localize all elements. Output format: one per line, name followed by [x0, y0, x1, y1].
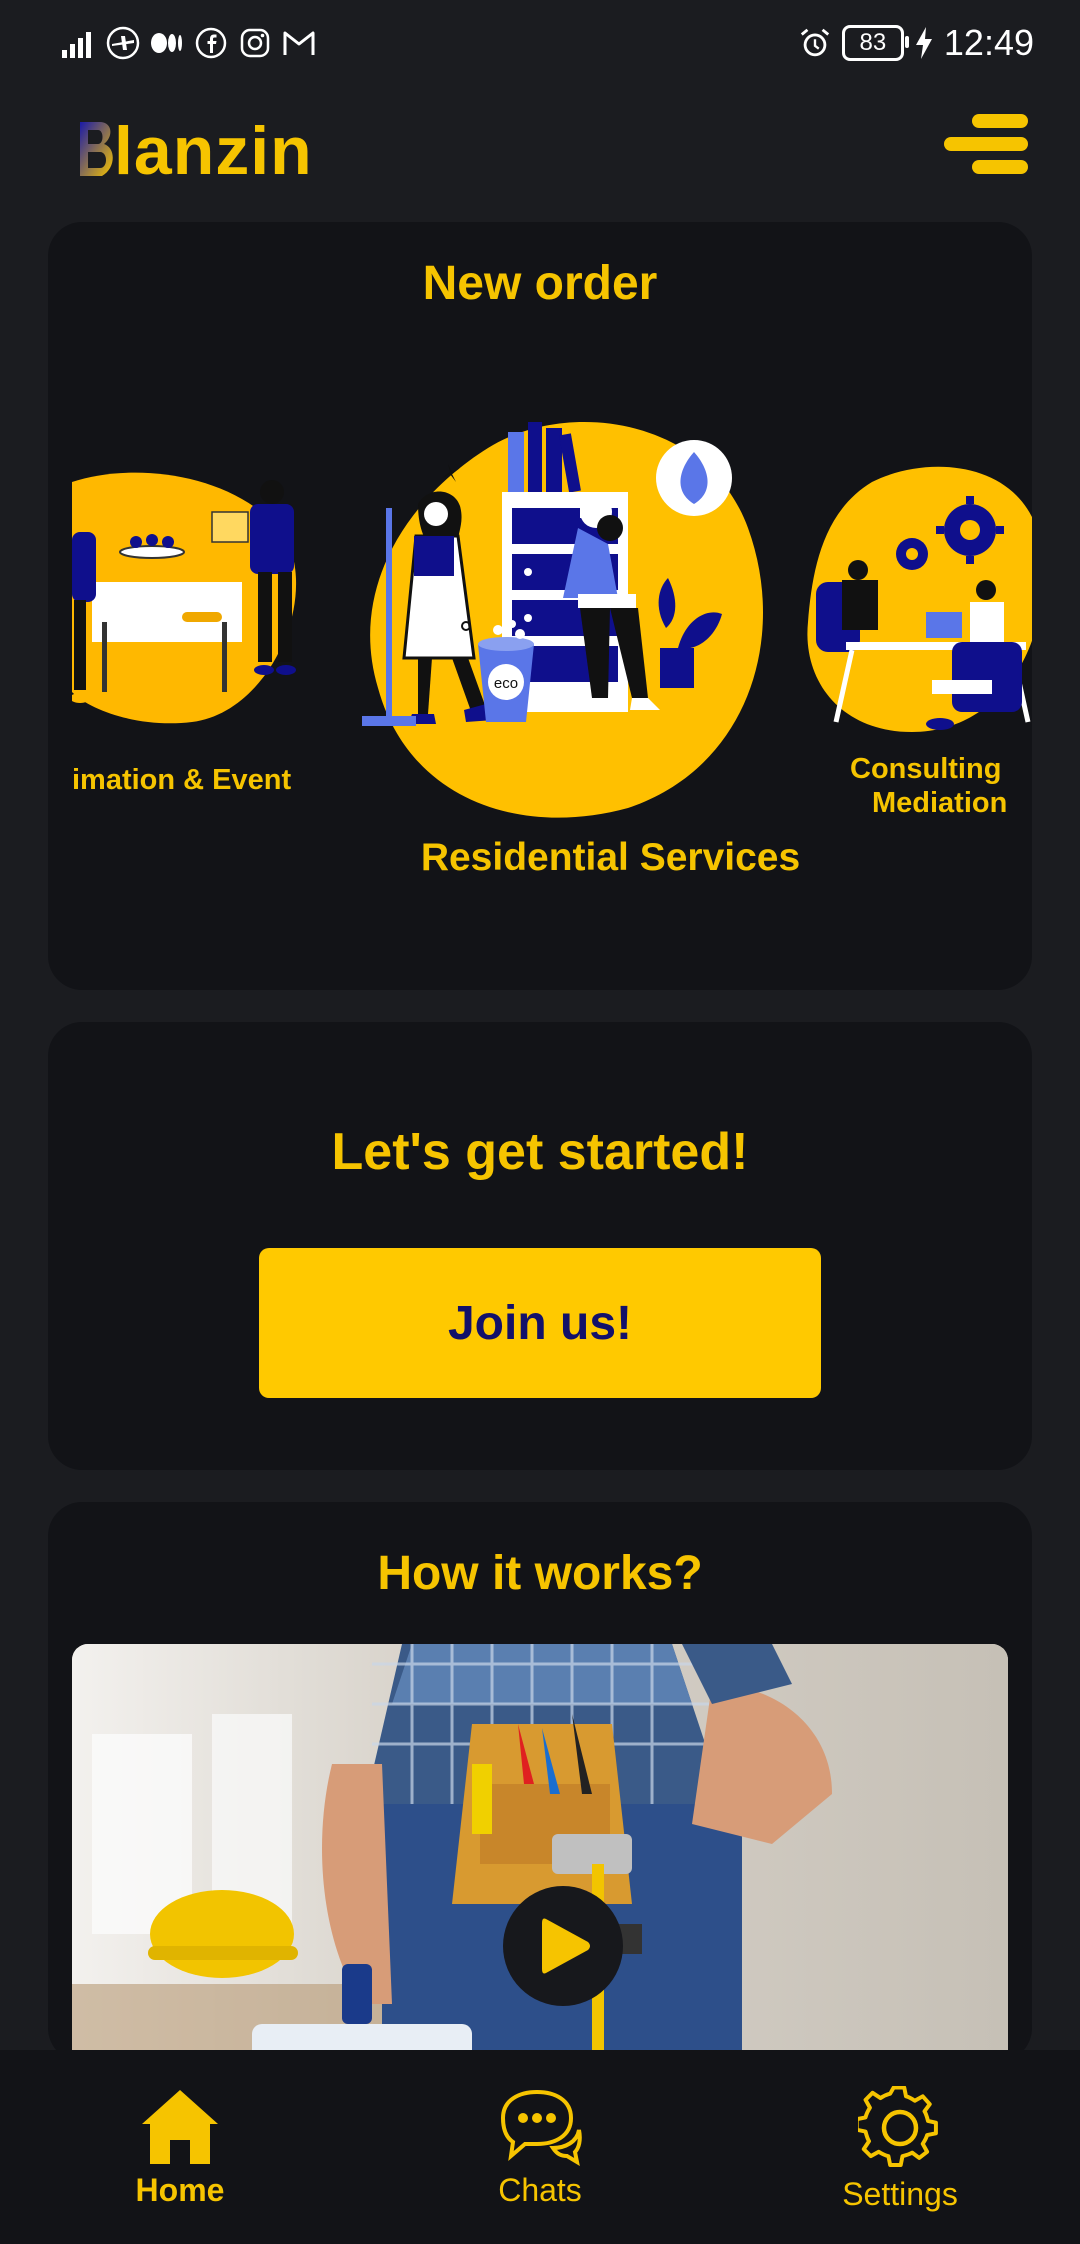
battery-icon: 83 [841, 25, 909, 61]
how-it-works-card: How it works? [48, 1502, 1032, 2062]
play-icon [542, 1918, 590, 1974]
residential-services-illustration: eco [362, 422, 763, 818]
carousel-label-consulting-line2: Mediation [872, 787, 1008, 819]
carousel-label-animation-event: imation & Event [72, 764, 292, 796]
carousel-item-consulting-mediation[interactable]: Consulting Mediation [802, 462, 1032, 862]
charging-icon [914, 26, 934, 60]
menu-button[interactable] [944, 108, 1030, 180]
consulting-illustration [807, 466, 1032, 732]
event-illustration [70, 472, 297, 724]
chat-icon [500, 2089, 582, 2166]
carousel-label-residential-services: Residential Services [420, 836, 801, 879]
logo-mark-icon [80, 122, 113, 176]
carousel-item-residential-services[interactable]: eco Residential Services [348, 408, 800, 928]
nav-label-home: Home [135, 2172, 225, 2208]
nav-label-chats: Chats [498, 2172, 582, 2208]
home-icon [142, 2090, 218, 2164]
plane-badge-icon [106, 26, 140, 60]
logo-text: lanzin [114, 113, 313, 189]
alarm-icon [798, 26, 832, 60]
brand-logo[interactable]: lanzin [72, 106, 313, 196]
menu-icon [944, 114, 1028, 174]
new-order-card: New order imation & Event eco Residentia… [48, 222, 1032, 990]
status-icons-right: 83 12:49 [798, 18, 1034, 68]
get-started-card: Let's get started! Join us! [48, 1022, 1032, 1470]
signal-icon [62, 26, 96, 60]
how-it-works-video[interactable] [72, 1644, 1008, 2062]
nav-item-settings[interactable]: Settings [780, 2086, 1020, 2226]
svg-text:eco: eco [494, 675, 518, 692]
carousel-item-animation-event[interactable]: imation & Event [70, 472, 302, 822]
nav-label-settings: Settings [842, 2176, 958, 2212]
gear-icon [858, 2086, 938, 2167]
how-it-works-title: How it works? [377, 1547, 703, 1600]
nav-item-chats[interactable]: Chats [420, 2086, 660, 2226]
gmail-icon [282, 26, 316, 60]
instagram-icon [238, 26, 272, 60]
play-button[interactable] [503, 1886, 623, 2006]
get-started-title: Let's get started! [331, 1123, 749, 1181]
carousel-label-consulting-line1: Consulting [850, 753, 1002, 785]
clock: 12:49 [943, 22, 1034, 63]
facebook-icon [194, 26, 228, 60]
status-bar: 83 12:49 [0, 0, 1080, 86]
status-icons-left [62, 22, 316, 64]
bottom-navigation: Home Chats Settings [0, 2050, 1080, 2244]
carousel-label-consulting: Consulting Mediation [850, 752, 1032, 820]
app-header: lanzin [0, 86, 1080, 216]
medium-icon [150, 26, 184, 60]
new-order-title: New order [422, 257, 658, 310]
join-us-button[interactable]: Join us! [259, 1248, 821, 1398]
nav-item-home[interactable]: Home [60, 2086, 300, 2226]
